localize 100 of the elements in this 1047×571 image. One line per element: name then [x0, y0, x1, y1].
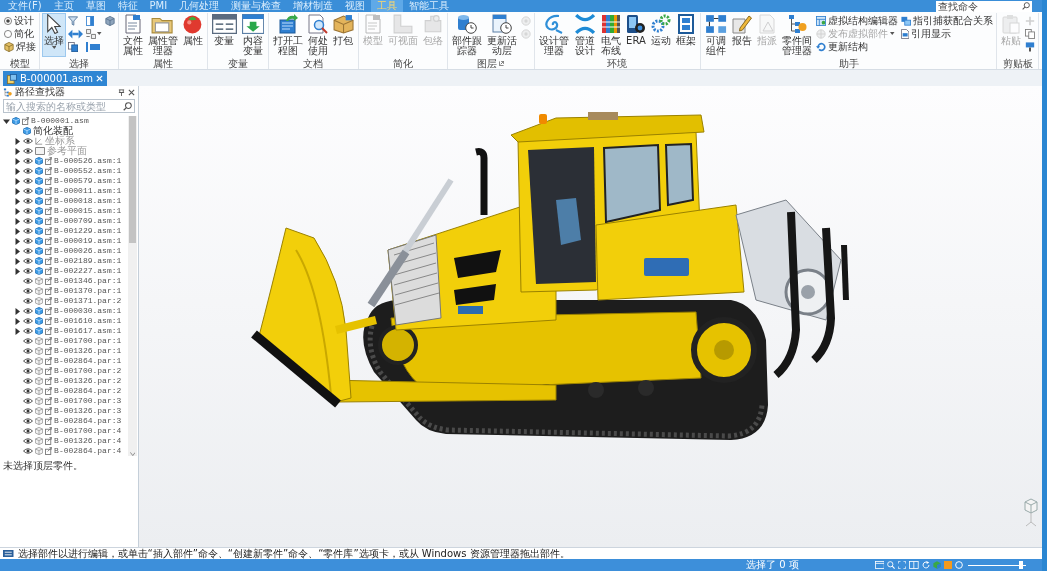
scrollbar-thumb[interactable]: [129, 116, 136, 243]
eye-icon[interactable]: [23, 238, 33, 244]
tree-item[interactable]: B-001700.par:2: [54, 366, 122, 376]
eye-icon[interactable]: [23, 378, 33, 384]
close-icon[interactable]: [128, 88, 135, 96]
tree-item[interactable]: B-001371.par:2: [54, 296, 122, 306]
tree-item[interactable]: 简化装配: [33, 126, 73, 136]
eye-icon[interactable]: [23, 368, 33, 374]
tree-item[interactable]: B-001229.asm:1: [54, 226, 122, 236]
ribbon-button[interactable]: 何处使用: [305, 13, 330, 57]
funnel-icon[interactable]: [68, 15, 78, 26]
eye-icon[interactable]: [23, 288, 33, 294]
panel-icon[interactable]: [86, 15, 95, 26]
ribbon-small-button[interactable]: 虚拟结构编辑器: [815, 14, 900, 27]
tree-item[interactable]: B-001326.par:3: [54, 406, 122, 416]
caret-icon[interactable]: [14, 167, 21, 175]
zoom-icon[interactable]: [887, 561, 896, 569]
tree-item[interactable]: B-000552.asm:1: [54, 166, 122, 176]
ribbon-button[interactable]: 变量: [209, 13, 239, 57]
copy-icon[interactable]: [1025, 28, 1036, 39]
ribbon-small-button[interactable]: 引用显示: [900, 27, 995, 40]
eye-icon[interactable]: [23, 438, 33, 444]
ribbon-button[interactable]: 零件间管理器: [780, 13, 815, 57]
eye-icon[interactable]: [23, 388, 33, 394]
eye-icon[interactable]: [23, 318, 33, 324]
eye-icon[interactable]: [23, 168, 33, 174]
tree-item[interactable]: B-002227.asm:1: [54, 266, 122, 276]
eye-icon[interactable]: [23, 418, 33, 424]
tree-item[interactable]: B-000019.asm:1: [54, 236, 122, 246]
grid-icon[interactable]: [86, 28, 96, 39]
tree-item[interactable]: B-001610.asm:1: [54, 316, 122, 326]
ribbon-button[interactable]: 设计管理器: [536, 13, 571, 57]
eye-icon[interactable]: [23, 328, 33, 334]
ribbon-button[interactable]: 报告: [730, 13, 755, 57]
eye-icon[interactable]: [23, 308, 33, 314]
caret-icon[interactable]: [14, 187, 21, 195]
tree-item[interactable]: B-001326.par:2: [54, 376, 122, 386]
eye-icon[interactable]: [23, 398, 33, 404]
caret-icon[interactable]: [14, 227, 21, 235]
tree-item[interactable]: B-000026.asm:1: [54, 246, 122, 256]
eye-icon[interactable]: [23, 448, 33, 454]
caret-icon[interactable]: [14, 217, 21, 225]
caret-icon[interactable]: [14, 257, 21, 265]
eye-icon[interactable]: [23, 228, 33, 234]
tree-item[interactable]: B-001326.par:4: [54, 436, 122, 446]
caret-icon[interactable]: [14, 197, 21, 205]
ribbon-small-button[interactable]: 更新结构: [815, 40, 900, 53]
caret-icon[interactable]: [14, 267, 21, 275]
eye-icon[interactable]: [23, 338, 33, 344]
split-view-icon[interactable]: [909, 561, 919, 569]
eye-icon[interactable]: [23, 158, 33, 164]
circle-icon[interactable]: [955, 561, 963, 569]
radio-option[interactable]: 简化: [3, 27, 37, 40]
paint-brush-icon[interactable]: [1025, 41, 1036, 52]
eye-icon[interactable]: [23, 208, 33, 214]
eye-icon[interactable]: [23, 278, 33, 284]
caret-icon[interactable]: [14, 237, 21, 245]
ribbon-button[interactable]: 可调组件: [702, 13, 730, 57]
eye-icon[interactable]: [23, 248, 33, 254]
tree-item[interactable]: B-000011.asm:1: [54, 186, 122, 196]
eye-icon[interactable]: [23, 408, 33, 414]
ribbon-button[interactable]: 更新活动层: [484, 13, 519, 57]
tree-item[interactable]: B-001617.asm:1: [54, 326, 122, 336]
eye-icon[interactable]: [23, 148, 33, 154]
ribbon-button[interactable]: 选择: [42, 13, 66, 57]
eye-icon[interactable]: [23, 178, 33, 184]
search-field[interactable]: 输入搜索的名称或类型: [3, 99, 135, 113]
ribbon-button[interactable]: 部件跟踪器: [449, 13, 484, 57]
ribbon-button[interactable]: 运动: [648, 13, 673, 57]
ribbon-button[interactable]: 文件属性: [120, 13, 145, 57]
tree-item[interactable]: B-000001.asm: [31, 116, 89, 126]
ribbon-button[interactable]: 打开工程图: [270, 13, 305, 57]
zoom-slider[interactable]: [968, 561, 1026, 569]
caret-icon[interactable]: [14, 327, 21, 335]
tree-item[interactable]: B-002864.par:4: [54, 446, 122, 456]
caret-icon[interactable]: [14, 177, 21, 185]
caret-icon[interactable]: [14, 207, 21, 215]
stacked-documents-icon[interactable]: [68, 41, 78, 52]
eye-icon[interactable]: [23, 188, 33, 194]
tree-item[interactable]: B-001700.par:1: [54, 336, 122, 346]
radio-option[interactable]: 设计: [3, 14, 37, 27]
pin-icon[interactable]: [118, 88, 125, 96]
tree-item[interactable]: B-001700.par:3: [54, 396, 122, 406]
eye-icon[interactable]: [23, 258, 33, 264]
ribbon-button[interactable]: 属性管理器: [145, 13, 180, 57]
tree-item[interactable]: B-000015.asm:1: [54, 206, 122, 216]
tree-item[interactable]: B-002864.par:2: [54, 386, 122, 396]
caret-icon[interactable]: [14, 137, 21, 145]
double-arrow-icon[interactable]: [68, 28, 83, 39]
cube-icon[interactable]: [104, 15, 115, 26]
search-icon[interactable]: [123, 101, 132, 111]
launcher-icon[interactable]: [499, 61, 505, 66]
window-icon[interactable]: [874, 561, 885, 569]
eye-icon[interactable]: [23, 268, 33, 274]
caret-icon[interactable]: [14, 147, 21, 155]
search-icon[interactable]: [1022, 2, 1030, 10]
eye-icon[interactable]: [23, 198, 33, 204]
ribbon-button[interactable]: 打包: [330, 13, 356, 57]
scrollbar[interactable]: [128, 116, 137, 456]
tree-item[interactable]: B-000526.asm:1: [54, 156, 122, 166]
